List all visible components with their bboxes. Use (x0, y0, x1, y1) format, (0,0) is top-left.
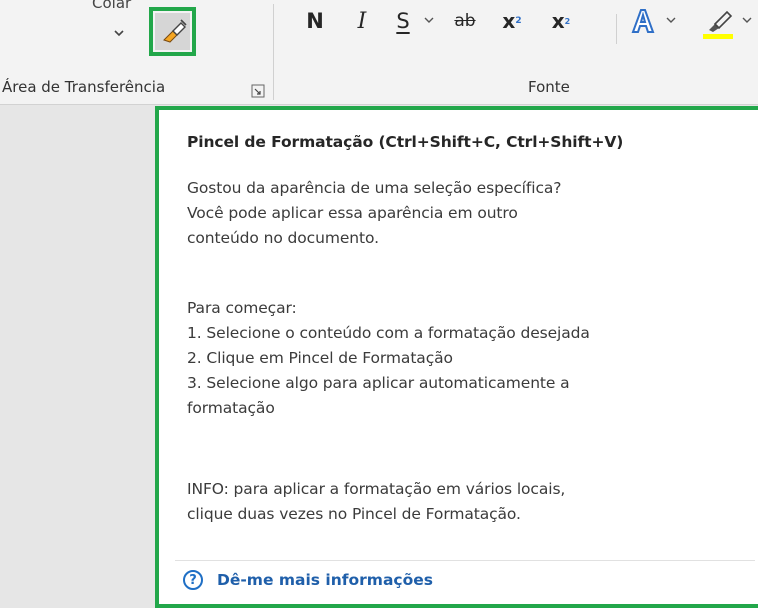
group-separator (273, 4, 274, 100)
ribbon: Colar Área de Transferência N I S ab x2 … (0, 0, 758, 105)
bold-button[interactable]: N (304, 4, 326, 38)
help-icon: ? (183, 570, 203, 590)
text-effects-chevron-down-icon[interactable] (666, 17, 676, 24)
subscript-base: x (502, 9, 516, 33)
more-info-link[interactable]: ? Dê-me mais informações (183, 570, 433, 590)
highlight-chevron-down-icon[interactable] (742, 17, 752, 24)
strikethrough-button[interactable]: ab (452, 4, 478, 38)
subscript-mark: 2 (515, 16, 522, 26)
dialog-launcher-icon[interactable] (251, 84, 265, 98)
tooltip-divider (175, 560, 755, 561)
superscript-base: x (551, 9, 565, 33)
highlight-color-bar (703, 34, 733, 39)
paste-chevron-down-icon[interactable] (112, 28, 126, 38)
format-painter-button[interactable] (149, 7, 196, 56)
paste-label[interactable]: Colar (92, 0, 131, 12)
superscript-mark: 2 (564, 16, 571, 26)
underline-chevron-down-icon[interactable] (424, 17, 434, 24)
tooltip-info: INFO: para aplicar a formatação em vário… (187, 480, 566, 523)
tooltip-description: Gostou da aparência de uma seleção espec… (187, 179, 562, 247)
italic-button[interactable]: I (351, 4, 373, 38)
text-effects-icon (631, 9, 655, 33)
tooltip-steps: Para começar: 1. Selecione o conteúdo co… (187, 299, 590, 417)
text-effects-button[interactable] (628, 4, 658, 38)
more-info-link-text: Dê-me mais informações (217, 571, 433, 589)
paintbrush-icon (163, 19, 187, 43)
clipboard-group-label: Área de Transferência (2, 78, 166, 96)
highlighter-icon (709, 10, 733, 32)
font-group-label: Fonte (528, 78, 570, 96)
underline-button[interactable]: S (392, 4, 414, 38)
font-separator (616, 14, 617, 44)
tooltip-title: Pincel de Formatação (Ctrl+Shift+C, Ctrl… (187, 133, 624, 151)
highlight-button[interactable] (704, 4, 734, 38)
format-painter-tooltip: Pincel de Formatação (Ctrl+Shift+C, Ctrl… (155, 106, 758, 608)
subscript-button[interactable]: x2 (498, 4, 526, 38)
superscript-button[interactable]: x2 (547, 4, 575, 38)
